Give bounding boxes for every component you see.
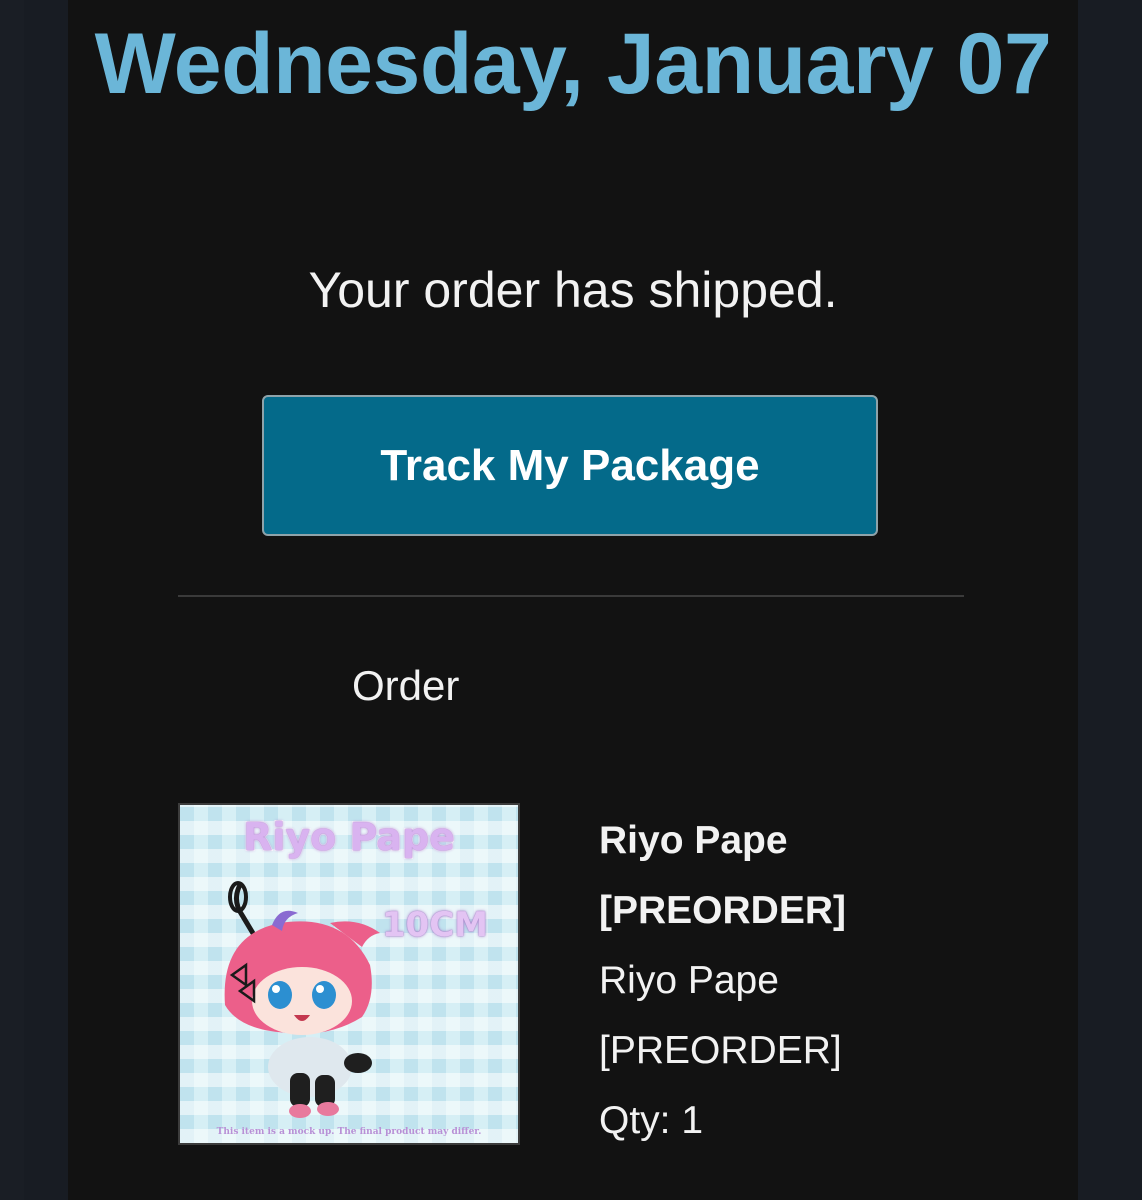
email-body: Wednesday, January 07 Your order has shi…: [68, 0, 1078, 1200]
order-section-label: Order: [352, 662, 460, 709]
product-name[interactable]: Riyo Pape [PREORDER]: [599, 806, 1019, 946]
product-image[interactable]: Riyo Pape 10CM This item is a mock up. T…: [178, 803, 520, 1145]
eye-highlight: [316, 985, 324, 993]
product-quantity: Qty: 1: [599, 1099, 704, 1142]
outer-background-strip: [24, 0, 68, 1200]
image-disclaimer-text: This item is a mock up. The final produc…: [216, 1127, 482, 1137]
plush-foot: [289, 1104, 311, 1118]
plush-leg: [290, 1073, 310, 1107]
image-size-text: 10CM: [381, 905, 488, 945]
divider: [178, 595, 964, 597]
plush-face: [252, 967, 352, 1035]
outer-background-left: [0, 0, 24, 1200]
product-variant: Riyo Pape [PREORDER]: [599, 959, 842, 1072]
plush-leg: [315, 1075, 335, 1107]
product-info: Riyo Pape [PREORDER] Riyo Pape [PREORDER…: [599, 806, 1019, 1156]
date-heading: Wednesday, January 07: [94, 16, 1052, 112]
plush-foot: [317, 1102, 339, 1116]
plush-eye-right: [312, 981, 336, 1009]
image-title-text: Riyo Pape: [242, 814, 456, 860]
plush-eye-left: [268, 981, 292, 1009]
track-package-button[interactable]: Track My Package: [262, 395, 878, 536]
eye-highlight: [272, 985, 280, 993]
shipped-message: Your order has shipped.: [308, 262, 838, 318]
plush-arm: [344, 1053, 372, 1073]
outer-background-right: [1078, 0, 1142, 1200]
